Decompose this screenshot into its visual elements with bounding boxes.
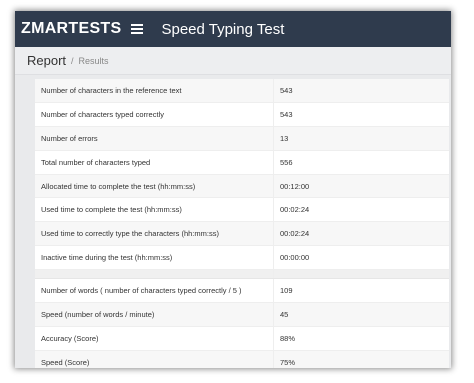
result-value: 00:00:00 — [273, 245, 449, 271]
table-row: Number of characters in the reference te… — [35, 79, 449, 103]
table-row: Allocated time to complete the test (hh:… — [35, 174, 449, 199]
result-label: Number of words ( number of characters t… — [35, 278, 274, 304]
top-navbar: ZMARTESTS Speed Typing Test — [15, 11, 451, 47]
table-group-divider — [35, 269, 449, 280]
result-label: Used time to correctly type the characte… — [35, 221, 274, 247]
table-row: Speed (Score) 75% — [35, 350, 449, 368]
result-value: 109 — [273, 278, 449, 304]
table-row: Inactive time during the test (hh:mm:ss)… — [35, 245, 449, 271]
table-row: Used time to correctly type the characte… — [35, 221, 449, 247]
result-label: Total number of characters typed — [35, 150, 274, 175]
result-value: 00:12:00 — [273, 174, 449, 199]
breadcrumb-separator: / — [71, 55, 74, 66]
table-row: Speed (number of words / minute) 45 — [35, 302, 449, 327]
result-value: 00:02:24 — [273, 197, 449, 223]
result-label: Number of characters in the reference te… — [35, 79, 274, 103]
app-logo[interactable]: ZMARTESTS — [21, 20, 121, 38]
table-row: Number of errors 13 — [35, 126, 449, 151]
result-value: 543 — [273, 79, 449, 103]
logo-text: ZMARTESTS — [21, 20, 122, 37]
breadcrumb: Report / Results — [15, 47, 451, 75]
result-value: 88% — [273, 326, 449, 351]
result-label: Accuracy (Score) — [35, 326, 274, 351]
result-label: Inactive time during the test (hh:mm:ss) — [35, 245, 274, 271]
app-window: ZMARTESTS Speed Typing Test Report / Res… — [15, 11, 451, 368]
result-label: Used time to complete the test (hh:mm:ss… — [35, 197, 274, 223]
app-title: Speed Typing Test — [161, 20, 285, 38]
breadcrumb-report[interactable]: Report — [27, 53, 66, 68]
result-label: Number of errors — [35, 126, 274, 151]
result-value: 556 — [273, 150, 449, 175]
result-value: 543 — [273, 102, 449, 127]
hamburger-menu-icon[interactable] — [131, 24, 144, 34]
result-label: Allocated time to complete the test (hh:… — [35, 174, 274, 199]
result-label: Speed (Score) — [35, 350, 274, 368]
results-table: Number of characters in the reference te… — [35, 79, 449, 368]
result-value: 13 — [273, 126, 449, 151]
breadcrumb-results: Results — [78, 55, 109, 66]
table-row: Number of words ( number of characters t… — [35, 278, 449, 304]
result-label: Speed (number of words / minute) — [35, 302, 274, 327]
table-row: Used time to complete the test (hh:mm:ss… — [35, 197, 449, 223]
results-panel: Number of characters in the reference te… — [35, 79, 449, 368]
result-value: 75% — [273, 350, 449, 368]
result-value: 00:02:24 — [273, 221, 449, 247]
table-row: Accuracy (Score) 88% — [35, 326, 449, 351]
table-row: Total number of characters typed 556 — [35, 150, 449, 175]
result-label: Number of characters typed correctly — [35, 102, 274, 127]
result-value: 45 — [273, 302, 449, 327]
table-row: Number of characters typed correctly 543 — [35, 102, 449, 127]
